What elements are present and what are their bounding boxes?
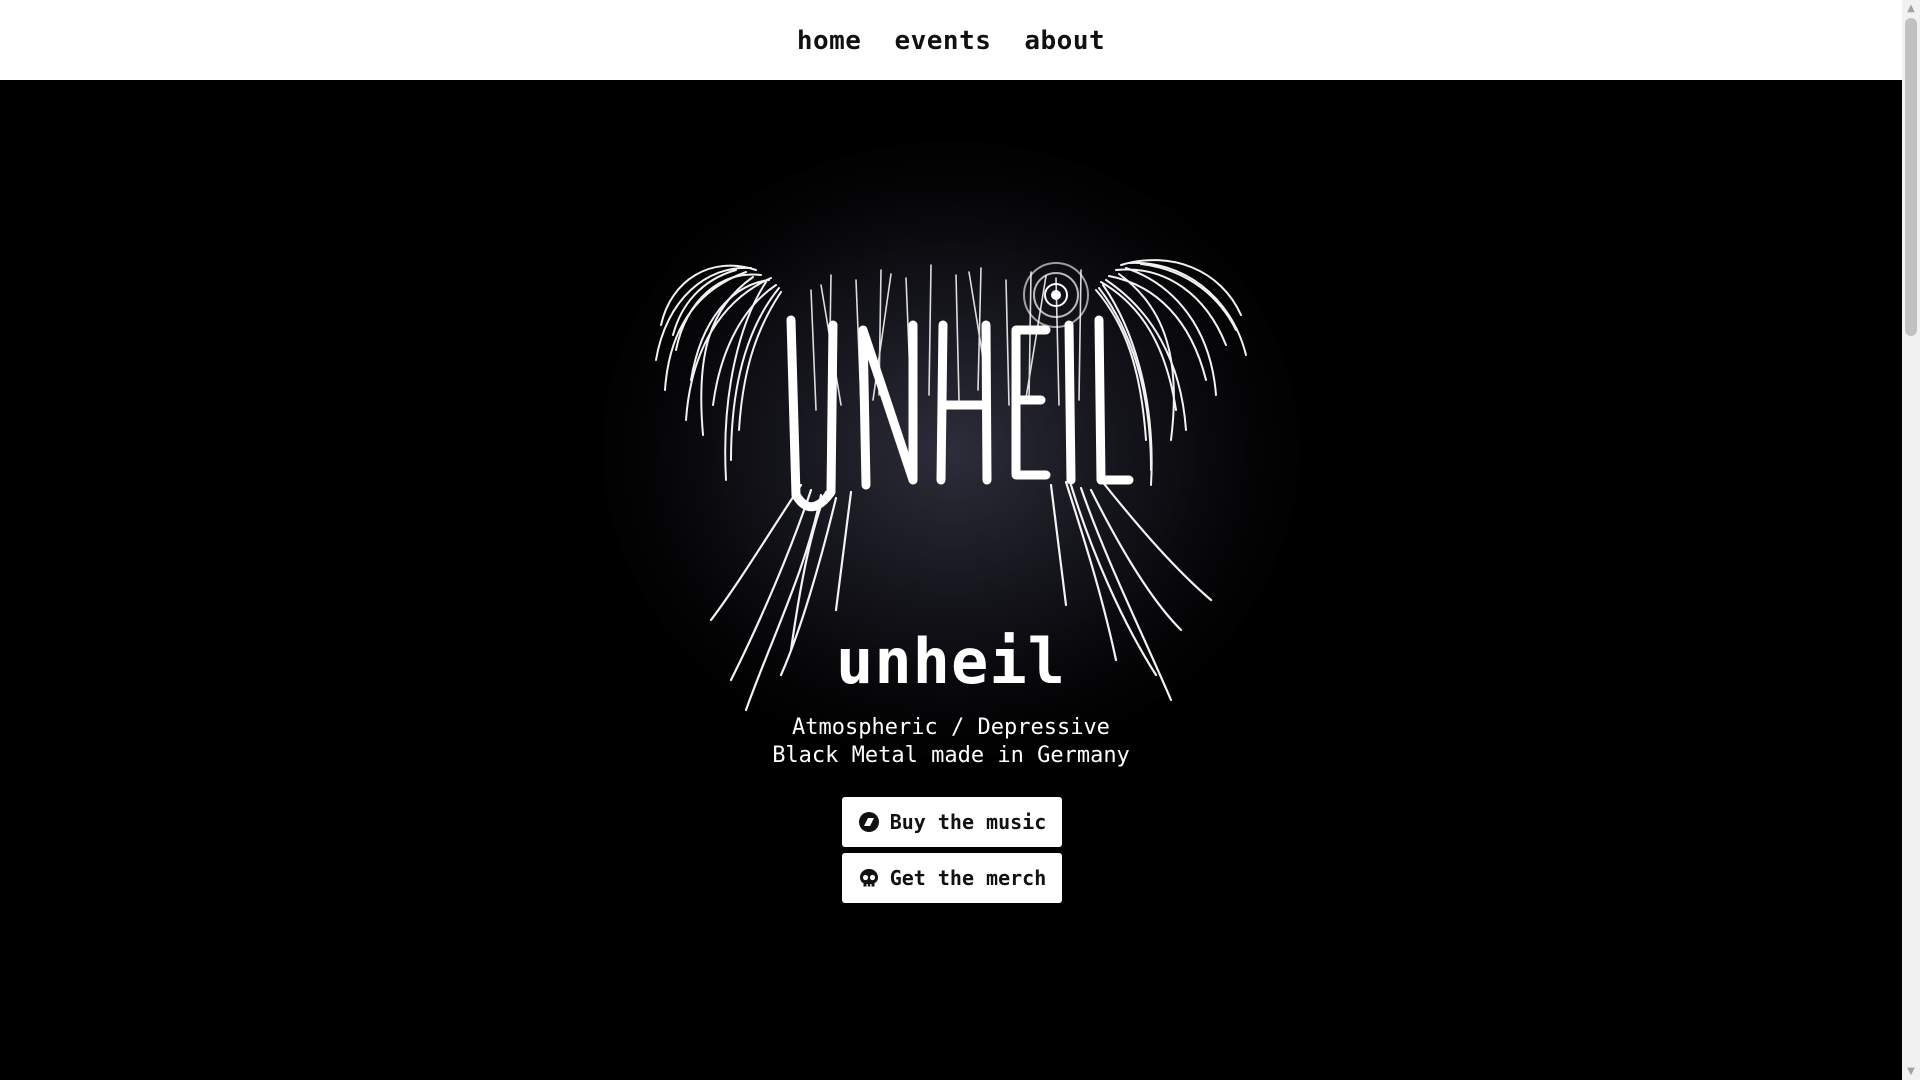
tagline-line-1: Atmospheric / Depressive [792,715,1110,740]
scrollbar-thumb[interactable] [1905,18,1917,336]
buy-music-label: Buy the music [889,810,1047,834]
scroll-up-icon[interactable]: ▲ [1902,0,1920,17]
get-merch-label: Get the merch [889,866,1047,890]
nav-home-link[interactable]: home [797,26,862,56]
vertical-scrollbar[interactable]: ▲ ▼ [1902,0,1920,1080]
page: home events about unheil Atmospheric / D… [0,0,1920,1080]
skull-icon [859,869,878,887]
band-name-heading: unheil [836,625,1066,698]
scroll-down-icon[interactable]: ▼ [1902,1063,1920,1080]
top-navigation: home events about [0,0,1902,80]
get-merch-button[interactable]: Get the merch [842,853,1062,903]
tagline-line-2: Black Metal made in Germany [772,743,1130,768]
nav-events-link[interactable]: events [894,26,991,56]
nav-about-link[interactable]: about [1024,26,1105,56]
bandcamp-icon [858,812,879,832]
hero-section: unheil Atmospheric / Depressive Black Me… [0,80,1902,1080]
buy-music-button[interactable]: Buy the music [842,797,1062,847]
tagline: Atmospheric / Depressive Black Metal mad… [0,714,1902,770]
